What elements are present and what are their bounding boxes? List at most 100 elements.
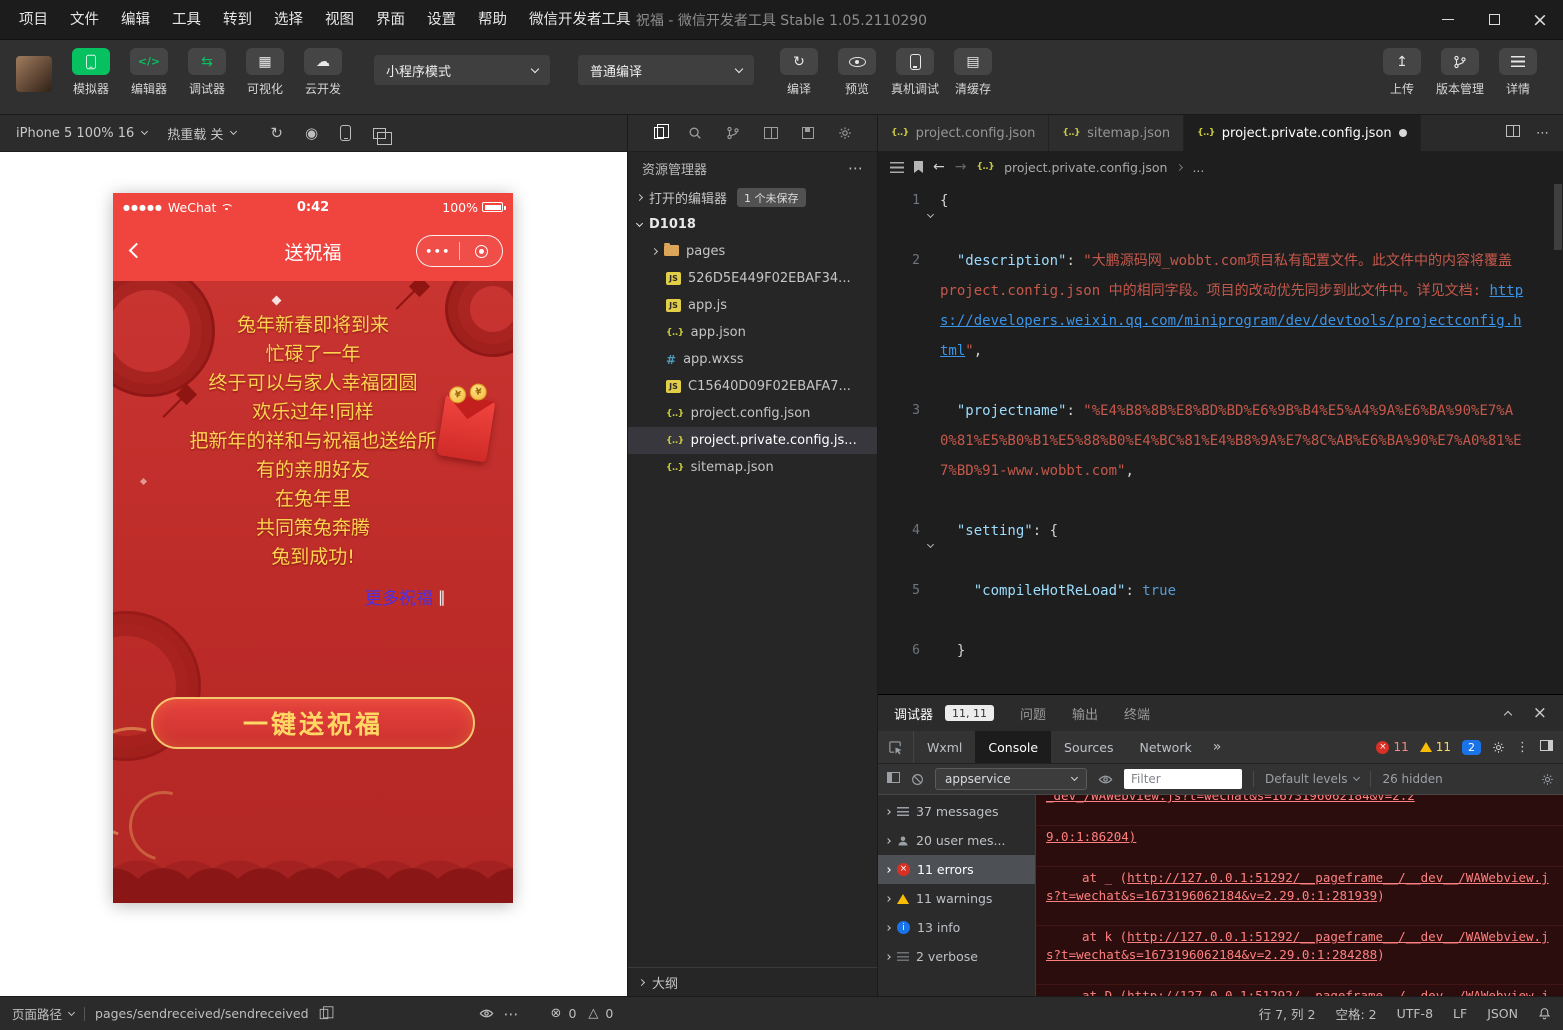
devtools-tab-Wxml[interactable]: Wxml — [914, 731, 975, 763]
context-selector[interactable]: appservice — [935, 768, 1087, 790]
file-item[interactable]: JS C15640D09F02EBAFA7... — [628, 373, 877, 400]
screen-record-icon[interactable]: ◉ — [305, 124, 318, 142]
file-item[interactable]: # app.wxss — [628, 346, 877, 373]
minimize-button[interactable] — [1425, 0, 1471, 40]
split-editor-icon[interactable] — [1506, 125, 1520, 141]
scrollbar-thumb[interactable] — [1554, 184, 1562, 250]
file-item[interactable]: {..} project.private.config.js... — [628, 427, 877, 454]
code-editor[interactable]: 1 { 2 "description": "大鹏源码网_wobbt.com项目私… — [878, 182, 1552, 694]
open-editors-section[interactable]: 打开的编辑器 1 个未保存 — [628, 184, 877, 211]
eye-icon[interactable] — [1098, 772, 1113, 787]
editor-tab[interactable]: {..} sitemap.json — [1049, 115, 1184, 151]
filter-input[interactable]: Filter — [1124, 769, 1242, 789]
outline-list-icon[interactable] — [890, 162, 904, 173]
code-line[interactable]: 2 "description": "大鹏源码网_wobbt.com项目私有配置文… — [878, 246, 1552, 396]
console-link[interactable]: _dev_/WAWebview.js?t=wechat&s=1673196062… — [1046, 795, 1415, 803]
tool-button-visual[interactable]: ▦ 可视化 — [236, 48, 294, 97]
tools-icon[interactable] — [838, 126, 852, 140]
tool-button-cloud[interactable]: ☁ 云开发 — [294, 48, 352, 97]
tool-button-upload[interactable]: ↥ 上传 — [1373, 48, 1431, 97]
file-item[interactable]: JS 526D5E449F02EBAF34... — [628, 265, 877, 292]
save-icon[interactable] — [802, 127, 814, 139]
tool-button-clearcache[interactable]: ▤ 清缓存 — [944, 48, 1002, 97]
rotate-refresh-icon[interactable]: ↻ — [270, 124, 283, 142]
issues-badge[interactable]: 2 — [1462, 740, 1481, 755]
more-blessings-link[interactable]: 更多祝福 ‖ — [365, 584, 446, 609]
kebab-menu-icon[interactable]: ⋮ — [1516, 740, 1529, 755]
search-icon[interactable] — [688, 126, 702, 140]
tool-button-simulator[interactable]: 模拟器 — [62, 48, 120, 97]
close-button[interactable]: × — [1517, 0, 1563, 40]
eye-icon[interactable] — [479, 1006, 494, 1021]
tool-button-realdevice[interactable]: 真机调试 — [886, 48, 944, 97]
problems-summary[interactable]: ⊗0 △0 — [551, 1006, 614, 1021]
menu-item[interactable]: 视图 — [314, 0, 365, 40]
file-item[interactable]: {..} app.json — [628, 319, 877, 346]
menu-item[interactable]: 编辑 — [110, 0, 161, 40]
file-item[interactable]: {..} project.config.json — [628, 400, 877, 427]
menu-item[interactable]: 项目 — [8, 0, 59, 40]
menu-item[interactable]: 转到 — [212, 0, 263, 40]
editor-scrollbar[interactable] — [1552, 182, 1563, 694]
language-mode[interactable]: JSON — [1487, 1006, 1518, 1021]
mode-dropdown[interactable]: 小程序模式 — [374, 55, 550, 85]
more-actions-icon[interactable]: ⋯ — [504, 1005, 519, 1023]
tool-button-version[interactable]: 版本管理 — [1431, 48, 1489, 97]
dock-side-icon[interactable] — [1540, 740, 1553, 755]
devtools-tab-Sources[interactable]: Sources — [1051, 731, 1126, 763]
layout-icon[interactable] — [764, 127, 778, 139]
inspect-element-icon[interactable] — [878, 731, 914, 763]
console-filter-messages[interactable]: 37 messages — [878, 797, 1035, 826]
menu-item[interactable]: 界面 — [365, 0, 416, 40]
back-icon[interactable] — [129, 243, 145, 259]
tab-debugger[interactable]: 调试器 — [894, 704, 933, 723]
file-item[interactable]: {..} sitemap.json — [628, 454, 877, 481]
file-item[interactable]: JS app.js — [628, 292, 877, 319]
more-actions-icon[interactable]: ⋯ — [1536, 126, 1549, 141]
source-control-icon[interactable] — [726, 126, 740, 140]
code-line[interactable]: 4 "setting": { — [878, 516, 1552, 576]
close-panel-icon[interactable]: × — [1533, 703, 1547, 723]
tool-button-preview[interactable]: 预览 — [828, 48, 886, 97]
breadcrumb-more[interactable]: ... — [1192, 160, 1204, 175]
code-line[interactable]: 6 } — [878, 636, 1552, 694]
fold-arrow-icon[interactable] — [920, 186, 940, 246]
bell-icon[interactable] — [1538, 1007, 1551, 1020]
tool-button-details[interactable]: 详情 — [1489, 48, 1547, 97]
avatar[interactable] — [16, 56, 52, 92]
devtools-tab-Console[interactable]: Console — [975, 731, 1051, 763]
editor-tab[interactable]: {..} project.private.config.json — [1184, 115, 1421, 151]
navigate-back-icon[interactable]: ← — [933, 159, 945, 175]
breadcrumb-file[interactable]: project.private.config.json — [1004, 160, 1167, 175]
tool-button-compile[interactable]: ↻ 编译 — [770, 48, 828, 97]
console-filter-error[interactable]: × 11 errors — [878, 855, 1035, 884]
cursor-position[interactable]: 行 7, 列 2 — [1259, 1004, 1316, 1023]
tab-problems[interactable]: 问题 — [1020, 704, 1046, 723]
console-filter-info[interactable]: i 13 info — [878, 913, 1035, 942]
send-blessing-button[interactable]: 一键送祝福 — [151, 697, 475, 749]
menu-item[interactable]: 选择 — [263, 0, 314, 40]
bookmark-icon[interactable] — [914, 161, 923, 173]
tab-overflow-icon[interactable]: » — [1205, 731, 1230, 763]
editor-tab[interactable]: {..} project.config.json — [878, 115, 1049, 151]
devtools-tab-Network[interactable]: Network — [1127, 731, 1205, 763]
tool-button-debugger[interactable]: ⇆ 调试器 — [178, 48, 236, 97]
capsule-more-button[interactable]: ••• — [417, 245, 459, 258]
sidebar-toggle-icon[interactable] — [887, 772, 900, 787]
console-filter-verbose[interactable]: 2 verbose — [878, 942, 1035, 971]
eol-setting[interactable]: LF — [1453, 1006, 1467, 1021]
menu-item[interactable]: 工具 — [161, 0, 212, 40]
indent-setting[interactable]: 空格: 2 — [1335, 1004, 1376, 1023]
navigate-forward-icon[interactable]: → — [955, 159, 967, 175]
code-line[interactable]: 5 "compileHotReLoad": true — [878, 576, 1552, 636]
hot-reload-toggle[interactable]: 热重载 关 — [167, 124, 236, 143]
code-line[interactable]: 1 { — [878, 186, 1552, 246]
warning-count-badge[interactable]: 11 — [1420, 740, 1451, 754]
console-filter-warning[interactable]: 11 warnings — [878, 884, 1035, 913]
device-selector[interactable]: iPhone 5 100% 16 — [16, 126, 147, 141]
code-line[interactable]: 3 "projectname": "%E4%B8%8B%E8%BD%BD%E6%… — [878, 396, 1552, 516]
console-filter-user[interactable]: 20 user mes... — [878, 826, 1035, 855]
log-levels-dropdown[interactable]: Default levels — [1265, 772, 1359, 786]
more-actions-icon[interactable]: ⋯ — [848, 159, 863, 177]
compile-mode-dropdown[interactable]: 普通编译 — [578, 55, 754, 85]
